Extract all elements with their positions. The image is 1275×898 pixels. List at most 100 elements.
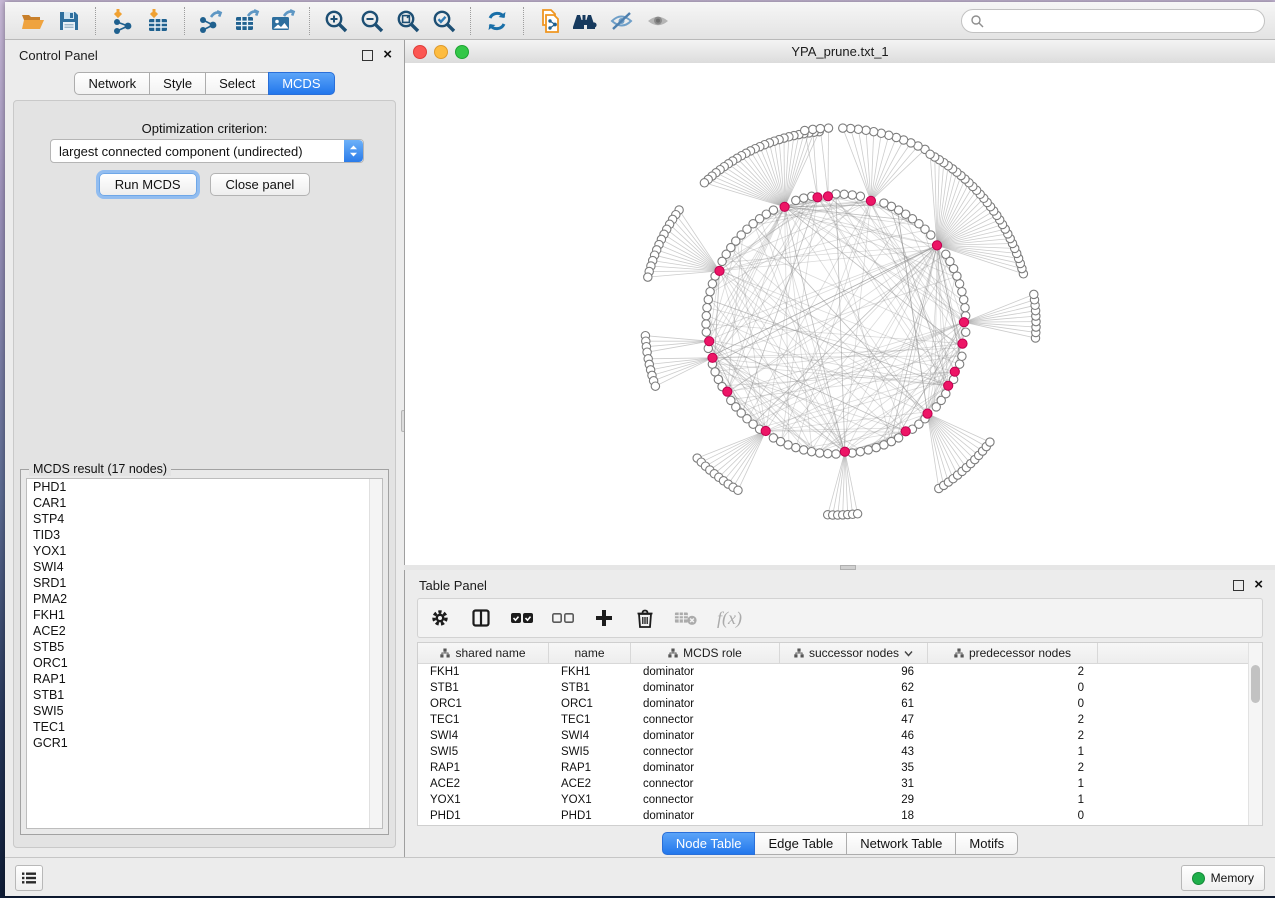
tab-node-table[interactable]: Node Table [662,832,756,855]
delete-table-button[interactable] [674,606,698,630]
table-row[interactable]: SWI5SWI5connector431 [418,744,1262,760]
table-cell: SWI5 [418,746,549,758]
table-row[interactable]: STB1STB1dominator620 [418,680,1262,696]
toolbar-separator [95,7,96,35]
table-row[interactable]: YOX1YOX1connector291 [418,792,1262,808]
float-panel-icon[interactable] [1233,580,1244,591]
table-row[interactable]: TEC1TEC1connector472 [418,712,1262,728]
hide-selected-button[interactable] [604,6,640,36]
apply-layout-button[interactable] [479,6,515,36]
zoom-fit-button[interactable] [390,6,426,36]
zoom-out-button[interactable] [354,6,390,36]
task-history-button[interactable] [15,865,43,891]
table-row[interactable]: FKH1FKH1dominator962 [418,664,1262,680]
save-session-button[interactable] [51,6,87,36]
function-builder-button[interactable]: f(x) [715,606,749,630]
table-cell: FKH1 [418,666,549,678]
mcds-result-item[interactable]: STP4 [27,511,382,527]
select-all-button[interactable] [510,606,534,630]
table-row[interactable]: ACE2ACE2connector311 [418,776,1262,792]
deselect-all-button[interactable] [551,606,575,630]
tab-select[interactable]: Select [205,72,269,95]
memory-button[interactable]: Memory [1181,865,1265,891]
table-cell: ORC1 [549,698,631,710]
open-file-button[interactable] [15,6,51,36]
mcds-result-item[interactable]: SRD1 [27,575,382,591]
mcds-selected-node [708,353,717,362]
table-cell: PHD1 [418,810,549,822]
export-table-button[interactable] [229,6,265,36]
mcds-result-list[interactable]: PHD1CAR1STP4TID3YOX1SWI4SRD1PMA2FKH1ACE2… [26,478,383,829]
table-row[interactable]: PHD1PHD1dominator180 [418,808,1262,824]
tab-edge-table[interactable]: Edge Table [754,832,847,855]
table-cell: dominator [631,810,780,822]
close-panel-icon[interactable]: × [383,50,392,60]
add-column-button[interactable] [592,606,616,630]
show-column-button[interactable] [469,606,493,630]
optimization-criterion-select[interactable]: largest connected component (undirected) [50,139,364,163]
mcds-result-item[interactable]: STB1 [27,687,382,703]
float-panel-icon[interactable] [362,50,373,61]
column-header-mcds-role[interactable]: MCDS role [631,643,780,663]
close-panel-button[interactable]: Close panel [210,173,311,196]
mcds-result-item[interactable]: TID3 [27,527,382,543]
table-cell: connector [631,778,780,790]
table-row[interactable]: ORC1ORC1dominator610 [418,696,1262,712]
mcds-selected-node [705,337,714,346]
table-cell: RAP1 [549,762,631,774]
mcds-result-item[interactable]: GCR1 [27,735,382,751]
search-input[interactable] [990,13,1256,29]
table-scrollbar-thumb[interactable] [1251,665,1260,703]
show-all-button[interactable] [640,6,676,36]
table-row[interactable]: RAP1RAP1dominator352 [418,760,1262,776]
mcds-result-item[interactable]: FKH1 [27,607,382,623]
mcds-result-item[interactable]: PMA2 [27,591,382,607]
import-table-button[interactable] [140,6,176,36]
export-network-button[interactable] [193,6,229,36]
export-image-button[interactable] [265,6,301,36]
mcds-selected-node [780,202,789,211]
mcds-result-item[interactable]: TEC1 [27,719,382,735]
mcds-selected-node [959,318,968,327]
mcds-result-item[interactable]: STB5 [27,639,382,655]
show-column-icon [471,608,491,628]
memory-label: Memory [1211,871,1254,885]
mcds-result-item[interactable]: PHD1 [27,479,382,495]
column-header-predecessor-nodes[interactable]: predecessor nodes [928,643,1098,663]
tab-mcds[interactable]: MCDS [268,72,334,95]
mcds-selected-node [823,192,832,201]
mcds-result-item[interactable]: CAR1 [27,495,382,511]
mcds-result-item[interactable]: RAP1 [27,671,382,687]
column-header-name[interactable]: name [549,643,631,663]
table-cell: connector [631,714,780,726]
run-mcds-button[interactable]: Run MCDS [99,173,197,196]
control-panel-title: Control Panel [19,48,98,63]
zoom-selected-button[interactable] [426,6,462,36]
mcds-result-item[interactable]: ORC1 [27,655,382,671]
column-type-icon [668,648,678,658]
mcds-result-item[interactable]: ACE2 [27,623,382,639]
table-row[interactable]: SWI4SWI4dominator462 [418,728,1262,744]
tab-motifs[interactable]: Motifs [955,832,1018,855]
first-neighbors-button[interactable] [568,6,604,36]
mcds-result-scrollbar[interactable] [369,479,382,828]
table-panel: Table Panel × [404,570,1275,858]
delete-column-button[interactable] [633,606,657,630]
new-network-from-selection-button[interactable] [532,6,568,36]
mcds-result-item[interactable]: SWI4 [27,559,382,575]
tab-network[interactable]: Network [74,72,150,95]
column-header-shared-name[interactable]: shared name [418,643,549,663]
table-settings-button[interactable] [428,606,452,630]
network-canvas[interactable] [405,63,1275,565]
tab-network-table[interactable]: Network Table [846,832,956,855]
import-network-button[interactable] [104,6,140,36]
mcds-result-item[interactable]: SWI5 [27,703,382,719]
table-scrollbar[interactable] [1248,643,1262,825]
network-window-titlebar: YPA_prune.txt_1 [405,40,1275,64]
table-cell: TEC1 [418,714,549,726]
column-header-successor-nodes[interactable]: successor nodes [780,643,928,663]
zoom-in-button[interactable] [318,6,354,36]
close-panel-icon[interactable]: × [1254,580,1263,590]
tab-style[interactable]: Style [149,72,206,95]
mcds-result-item[interactable]: YOX1 [27,543,382,559]
